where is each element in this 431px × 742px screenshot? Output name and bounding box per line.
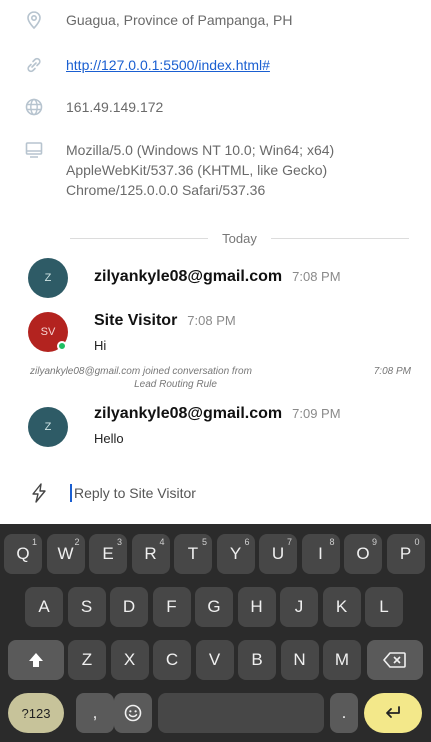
visitor-url-link[interactable]: http://127.0.0.1:5500/index.html#: [66, 55, 270, 75]
key-g[interactable]: G: [195, 587, 233, 627]
key-t[interactable]: T5: [174, 534, 212, 574]
system-note-text: zilyankyle08@gmail.com joined conversati…: [30, 366, 252, 377]
shift-icon: [29, 653, 43, 667]
message-time: 7:08 PM: [187, 313, 236, 328]
key-p[interactable]: P0: [386, 534, 425, 574]
comma-key[interactable]: ,: [76, 693, 114, 733]
key-n[interactable]: N: [280, 640, 319, 680]
system-note: zilyankyle08@gmail.com joined conversati…: [30, 366, 411, 390]
key-v[interactable]: V: [195, 640, 234, 680]
key-f[interactable]: F: [152, 587, 191, 627]
enter-icon: [386, 706, 400, 718]
date-divider-label: Today: [222, 230, 257, 246]
key-h[interactable]: H: [237, 587, 276, 627]
reply-bar: [30, 478, 421, 508]
key-k[interactable]: K: [322, 587, 361, 627]
key-y[interactable]: Y6: [216, 534, 255, 574]
shift-key[interactable]: [8, 640, 64, 680]
backspace-icon: [383, 652, 406, 668]
key-s[interactable]: S: [67, 587, 106, 627]
message-time: 7:08 PM: [292, 269, 341, 284]
key-b[interactable]: B: [238, 640, 276, 680]
avatar: Z: [28, 407, 68, 447]
message-item: Z zilyankyle08@gmail.com 7:08 PM: [28, 258, 421, 298]
system-note-source: Lead Routing Rule: [134, 379, 217, 390]
key-m[interactable]: M: [323, 640, 361, 680]
avatar: SV: [28, 312, 68, 352]
online-status-dot: [57, 341, 67, 351]
message-time: 7:09 PM: [292, 406, 341, 421]
key-z[interactable]: Z: [68, 640, 106, 680]
visitor-ip: 161.49.149.172: [66, 99, 164, 115]
key-u[interactable]: U7: [259, 534, 297, 574]
key-d[interactable]: D: [110, 587, 148, 627]
message-sender: zilyankyle08@gmail.com: [94, 268, 283, 285]
visitor-ip-row: 161.49.149.172: [24, 97, 421, 117]
message-sender: zilyankyle08@gmail.com: [94, 405, 283, 422]
emoji-icon: [124, 704, 142, 722]
message-text: Hello: [94, 431, 124, 446]
date-divider: Today: [70, 228, 410, 248]
key-o[interactable]: O9: [344, 534, 382, 574]
visitor-url-row: http://127.0.0.1:5500/index.html#: [24, 55, 421, 75]
location-pin-icon: [27, 11, 41, 30]
avatar: Z: [28, 258, 68, 298]
message-item: SV Site Visitor 7:08 PM Hi: [28, 312, 421, 353]
message-sender: Site Visitor: [94, 312, 178, 329]
monitor-icon: [25, 142, 43, 158]
message-text: Hi: [94, 338, 107, 353]
reply-input[interactable]: [74, 485, 374, 501]
symbols-key[interactable]: ?123: [8, 693, 64, 733]
backspace-key[interactable]: [367, 640, 423, 680]
enter-key[interactable]: [364, 693, 422, 733]
text-caret: [70, 484, 72, 502]
key-a[interactable]: A: [25, 587, 63, 627]
visitor-user-agent-row: Mozilla/5.0 (Windows NT 10.0; Win64; x64…: [24, 140, 421, 200]
space-key[interactable]: [158, 693, 324, 733]
key-e[interactable]: E3: [89, 534, 127, 574]
link-icon: [27, 57, 41, 73]
period-key[interactable]: .: [330, 693, 358, 733]
visitor-location-row: Guagua, Province of Pampanga, PH: [24, 10, 421, 30]
system-note-time: 7:08 PM: [373, 366, 411, 377]
key-x[interactable]: X: [110, 640, 149, 680]
key-c[interactable]: C: [153, 640, 191, 680]
visitor-user-agent: Mozilla/5.0 (Windows NT 10.0; Win64; x64…: [66, 142, 335, 198]
visitor-location: Guagua, Province of Pampanga, PH: [66, 12, 293, 28]
key-l[interactable]: L: [365, 587, 403, 627]
key-w[interactable]: W2: [46, 534, 85, 574]
emoji-key[interactable]: [114, 693, 152, 733]
lightning-icon[interactable]: [30, 483, 48, 503]
key-i[interactable]: I8: [301, 534, 340, 574]
key-q[interactable]: Q1: [4, 534, 42, 574]
key-r[interactable]: R4: [131, 534, 170, 574]
message-item: Z zilyankyle08@gmail.com 7:09 PM Hello: [28, 405, 421, 447]
key-j[interactable]: J: [280, 587, 318, 627]
globe-icon: [25, 98, 43, 116]
on-screen-keyboard: ?123 , . Q1W2E3R4T5Y6U7I8O9P0 ASDFGHJKL ZX…: [0, 524, 431, 742]
